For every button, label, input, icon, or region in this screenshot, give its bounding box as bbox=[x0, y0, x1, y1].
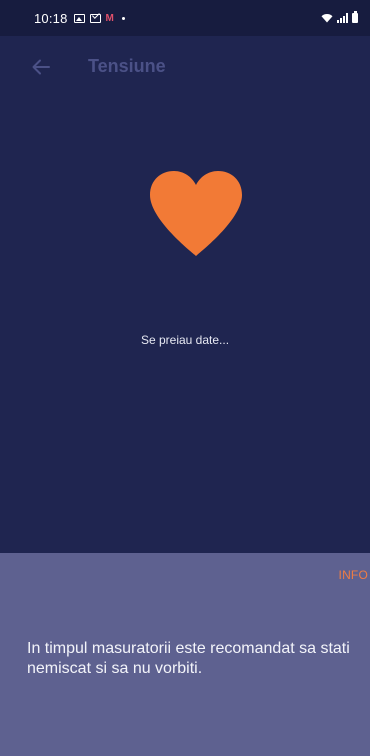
more-dot-icon bbox=[121, 16, 125, 20]
gallery-icon bbox=[73, 13, 85, 23]
measurement-status-text: Se preiau date... bbox=[140, 333, 230, 347]
info-button[interactable]: INFO bbox=[339, 568, 368, 582]
mail-icon bbox=[89, 13, 101, 23]
heart-icon bbox=[146, 168, 246, 260]
app-notification-icon: M bbox=[105, 12, 114, 24]
screen: 10:18 M Tensiune Se preiau date... INFO … bbox=[0, 0, 370, 756]
wifi-icon bbox=[321, 14, 333, 23]
app-bar: Tensiune bbox=[0, 36, 370, 98]
info-message: In timpul masuratorii este recomandat sa… bbox=[27, 640, 350, 677]
info-panel: INFO In timpul masuratorii este recomand… bbox=[0, 553, 370, 756]
battery-icon bbox=[352, 11, 358, 23]
notification-icons: M bbox=[73, 12, 125, 24]
status-bar: 10:18 M bbox=[0, 0, 370, 36]
page-title: Tensiune bbox=[88, 56, 166, 76]
arrow-left-icon bbox=[32, 59, 50, 75]
status-time: 10:18 bbox=[34, 10, 68, 26]
status-system-icons bbox=[321, 11, 358, 23]
signal-icon bbox=[337, 13, 348, 23]
back-button[interactable] bbox=[26, 52, 56, 82]
